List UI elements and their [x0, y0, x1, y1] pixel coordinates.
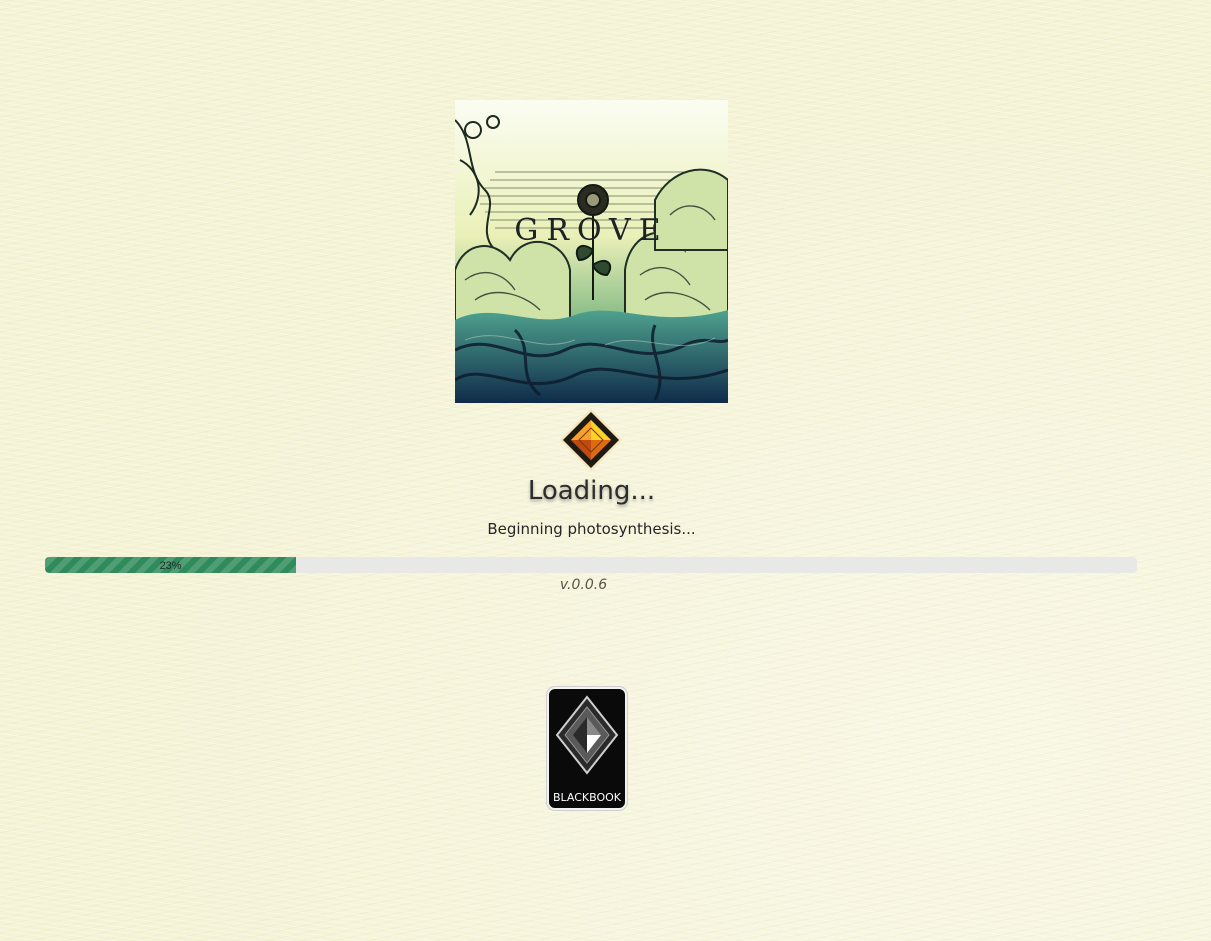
progress-fill: 23% [45, 557, 297, 573]
cover-illustration [455, 100, 728, 403]
loading-status-text: Beginning photosynthesis... [487, 520, 696, 538]
loading-progress-bar: 23% [45, 557, 1137, 573]
blackbook-logo-icon: BLACKBOOK [547, 687, 627, 810]
progress-percent-label: 23% [159, 560, 182, 572]
publisher-label: BLACKBOOK [552, 791, 622, 804]
loading-heading: Loading... [527, 476, 656, 506]
game-cover-art: GROVE [455, 100, 728, 403]
diamond-gem-icon [559, 408, 623, 472]
cover-title: GROVE [514, 213, 669, 248]
version-label: v.0.0.6 [559, 577, 608, 593]
